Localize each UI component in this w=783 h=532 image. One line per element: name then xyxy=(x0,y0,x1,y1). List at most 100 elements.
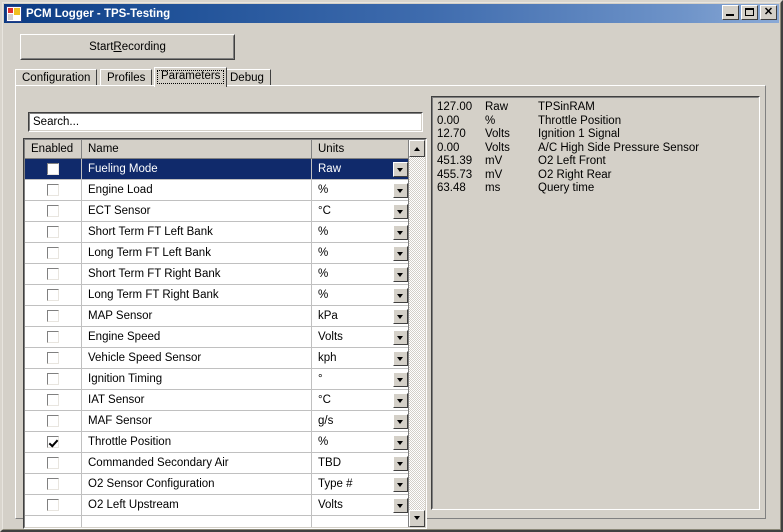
chevron-down-icon[interactable] xyxy=(393,204,408,219)
cell-enabled xyxy=(25,495,82,515)
enabled-checkbox[interactable] xyxy=(47,226,59,238)
cell-units[interactable]: °C xyxy=(312,390,410,410)
maximize-button[interactable] xyxy=(741,5,758,20)
table-row[interactable]: O2 Sensor Configuration Type # xyxy=(25,474,410,495)
grid-body: Fueling Mode Raw Engine Load% ECT Sensor °C S… xyxy=(25,159,410,527)
cell-units[interactable]: Volts xyxy=(312,327,410,347)
cell-units[interactable]: % xyxy=(312,264,410,284)
table-row[interactable]: Engine Load% xyxy=(25,180,410,201)
column-header-units[interactable]: Units xyxy=(312,140,412,158)
chevron-down-icon[interactable] xyxy=(393,267,408,282)
chevron-down-icon[interactable] xyxy=(393,456,408,471)
chevron-down-icon[interactable] xyxy=(393,351,408,366)
cell-units[interactable]: % xyxy=(312,243,410,263)
table-row[interactable]: MAF Sensor g/s xyxy=(25,411,410,432)
table-row[interactable]: Ignition Timing ° xyxy=(25,369,410,390)
cell-units[interactable]: kph xyxy=(312,348,410,368)
table-row[interactable]: Short Term FT Left Bank% xyxy=(25,222,410,243)
cell-units[interactable]: °C xyxy=(312,201,410,221)
enabled-checkbox[interactable] xyxy=(47,331,59,343)
scroll-up-arrow-icon[interactable] xyxy=(409,140,425,157)
enabled-checkbox[interactable] xyxy=(47,268,59,280)
cell-units[interactable]: Type # xyxy=(312,474,410,494)
tab-parameters-label: Parameters xyxy=(161,70,221,82)
enabled-checkbox[interactable] xyxy=(47,499,59,511)
cell-units[interactable]: % xyxy=(312,180,410,200)
table-row[interactable]: Long Term FT Right Bank% xyxy=(25,285,410,306)
cell-units[interactable]: ° xyxy=(312,369,410,389)
grid-vertical-scrollbar[interactable] xyxy=(408,140,425,527)
window-title: PCM Logger - TPS-Testing xyxy=(26,7,171,20)
enabled-checkbox[interactable] xyxy=(47,478,59,490)
chevron-down-icon[interactable] xyxy=(393,477,408,492)
cell-enabled xyxy=(25,348,82,368)
enabled-checkbox[interactable] xyxy=(47,415,59,427)
enabled-checkbox[interactable] xyxy=(47,394,59,406)
cell-units[interactable]: % xyxy=(312,222,410,242)
cell-units[interactable]: % xyxy=(312,285,410,305)
cell-units[interactable]: Volts xyxy=(312,495,410,515)
parameters-grid[interactable]: Enabled Name Units Fueling Mode Raw Engine… xyxy=(23,138,427,529)
chevron-down-icon[interactable] xyxy=(393,183,408,198)
table-row[interactable]: Long Term FT Left Bank% xyxy=(25,243,410,264)
chevron-down-icon[interactable] xyxy=(393,498,408,513)
cell-units[interactable]: kPa xyxy=(312,306,410,326)
chevron-down-icon[interactable] xyxy=(393,435,408,450)
column-header-enabled[interactable]: Enabled xyxy=(25,140,82,158)
cell-units[interactable]: g/s xyxy=(312,411,410,431)
table-row[interactable]: Vehicle Speed Sensor kph xyxy=(25,348,410,369)
cell-units[interactable]: TBD xyxy=(312,453,410,473)
table-row[interactable]: Short Term FT Right Bank% xyxy=(25,264,410,285)
title-bar[interactable]: PCM Logger - TPS-Testing ✕ xyxy=(4,4,779,23)
enabled-checkbox[interactable] xyxy=(47,310,59,322)
chevron-down-icon[interactable] xyxy=(393,393,408,408)
table-row[interactable]: Engine Speed Volts xyxy=(25,327,410,348)
enabled-checkbox[interactable] xyxy=(47,436,59,448)
tab-profiles[interactable]: Profiles xyxy=(100,69,153,86)
chevron-down-icon[interactable] xyxy=(393,309,408,324)
table-row[interactable]: Throttle Position% xyxy=(25,432,410,453)
readout-unit: % xyxy=(485,114,496,127)
table-row[interactable]: Fueling Mode Raw xyxy=(25,159,410,180)
cell-units[interactable] xyxy=(312,516,410,527)
tab-parameters[interactable]: Parameters xyxy=(154,67,228,87)
cell-units-value: Raw xyxy=(318,163,342,175)
tab-debug-label: Debug xyxy=(230,72,264,84)
chevron-down-icon[interactable] xyxy=(393,288,408,303)
tab-strip: Configuration Profiles Parameters Debug xyxy=(15,67,766,87)
chevron-down-icon[interactable] xyxy=(393,162,408,177)
scroll-down-arrow-icon[interactable] xyxy=(409,510,425,527)
start-recording-button[interactable]: Start Recording xyxy=(20,34,235,60)
table-row[interactable]: IAT Sensor °C xyxy=(25,390,410,411)
enabled-checkbox[interactable] xyxy=(47,352,59,364)
search-input[interactable]: Search... xyxy=(28,112,423,132)
scroll-track[interactable] xyxy=(409,157,425,510)
table-row[interactable]: O2 Left Upstream Volts xyxy=(25,495,410,516)
tab-debug[interactable]: Debug xyxy=(223,69,271,86)
minimize-button[interactable] xyxy=(722,5,739,20)
enabled-checkbox[interactable] xyxy=(47,163,59,175)
enabled-checkbox[interactable] xyxy=(47,289,59,301)
table-row[interactable] xyxy=(25,516,410,527)
tab-configuration[interactable]: Configuration xyxy=(15,69,98,86)
cell-units-value: ° xyxy=(318,373,323,385)
chevron-down-icon[interactable] xyxy=(393,330,408,345)
enabled-checkbox[interactable] xyxy=(47,247,59,259)
table-row[interactable]: Commanded Secondary Air TBD xyxy=(25,453,410,474)
chevron-down-icon[interactable] xyxy=(393,372,408,387)
chevron-down-icon[interactable] xyxy=(393,414,408,429)
cell-units[interactable]: % xyxy=(312,432,410,452)
cell-enabled xyxy=(25,306,82,326)
close-button[interactable]: ✕ xyxy=(760,5,777,20)
enabled-checkbox[interactable] xyxy=(47,205,59,217)
enabled-checkbox[interactable] xyxy=(47,184,59,196)
chevron-down-icon[interactable] xyxy=(393,246,408,261)
cell-units[interactable]: Raw xyxy=(312,159,410,179)
column-header-name[interactable]: Name xyxy=(82,140,312,158)
chevron-down-icon[interactable] xyxy=(393,225,408,240)
enabled-checkbox[interactable] xyxy=(47,373,59,385)
cell-parameter-name: O2 Left Upstream xyxy=(82,495,312,515)
enabled-checkbox[interactable] xyxy=(47,457,59,469)
table-row[interactable]: MAP Sensor kPa xyxy=(25,306,410,327)
table-row[interactable]: ECT Sensor °C xyxy=(25,201,410,222)
